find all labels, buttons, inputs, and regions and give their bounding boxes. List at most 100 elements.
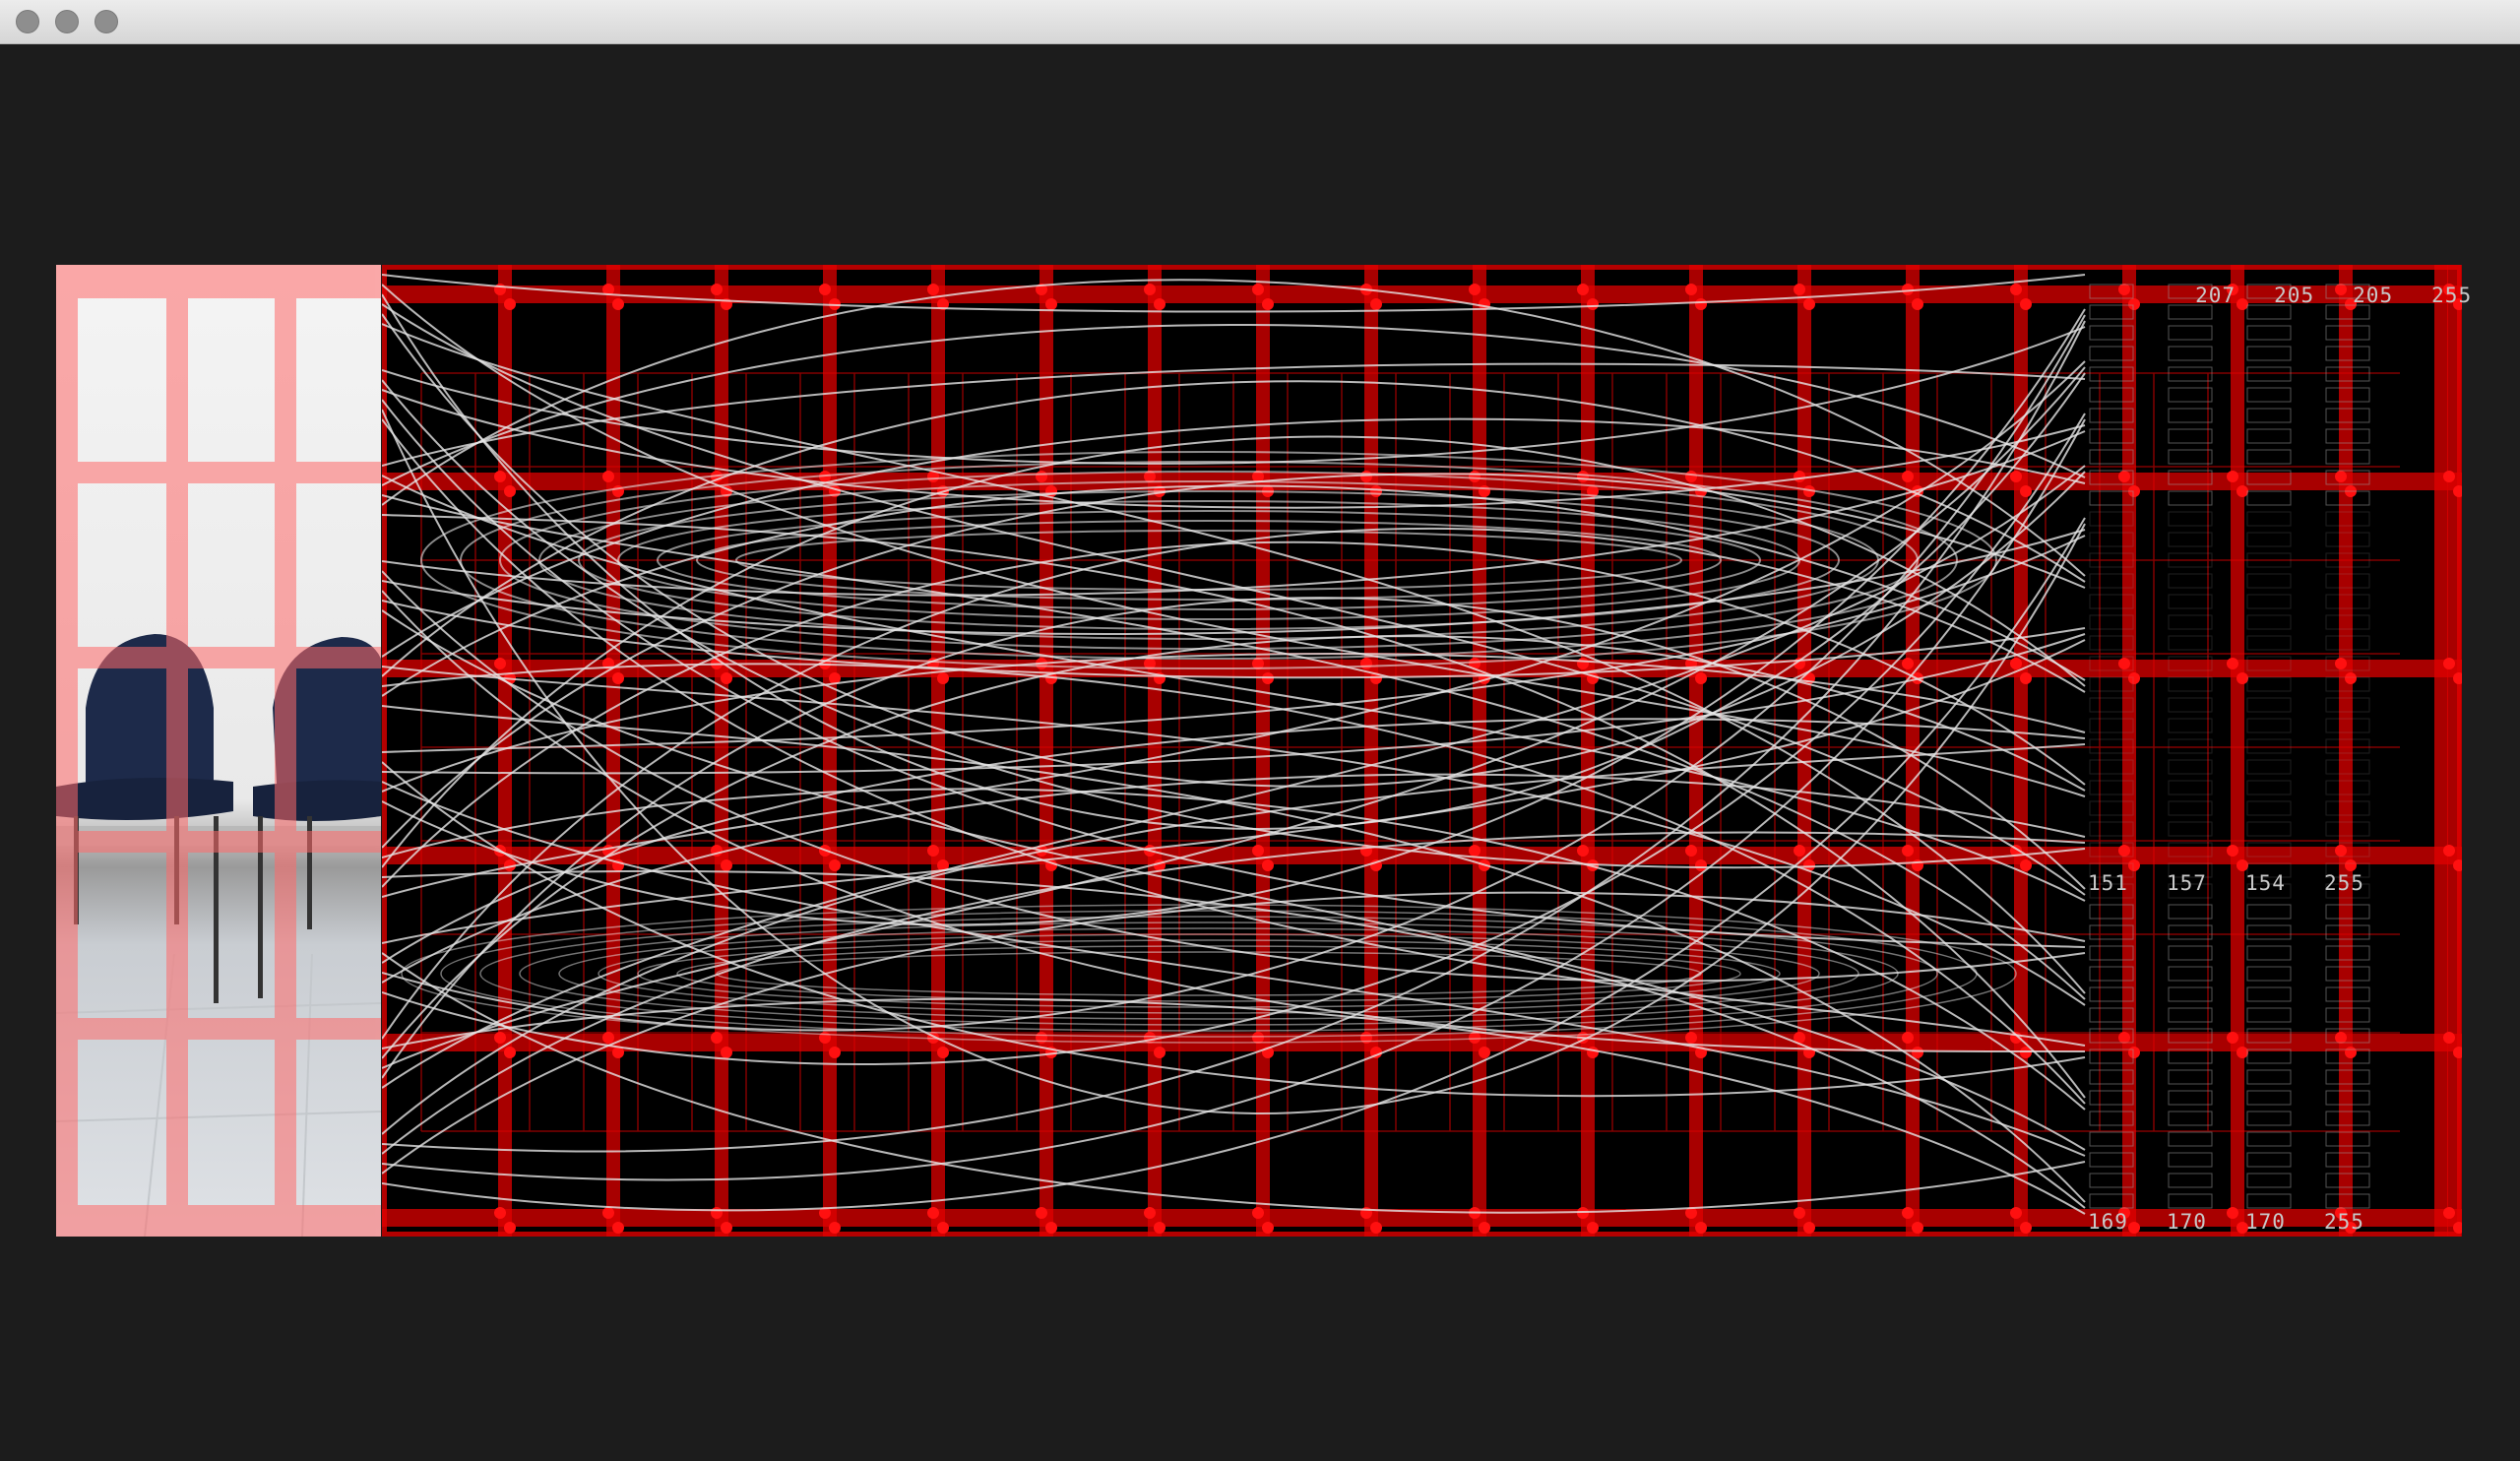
value-cell bbox=[2246, 1007, 2292, 1023]
grid-node bbox=[1144, 1207, 1156, 1219]
grid-node bbox=[1685, 471, 1697, 482]
grid-node bbox=[1045, 485, 1057, 497]
grid-node bbox=[2443, 471, 2455, 482]
grid-node bbox=[1360, 471, 1372, 482]
value-cell bbox=[2168, 614, 2213, 630]
grid-node bbox=[2345, 672, 2357, 684]
grid-node bbox=[2227, 845, 2238, 857]
grid-node bbox=[2128, 859, 2140, 871]
grid-node bbox=[2227, 1032, 2238, 1044]
value-cell bbox=[2246, 1069, 2292, 1085]
grid-column-bar bbox=[1689, 265, 1703, 1237]
value-cell bbox=[2246, 532, 2292, 547]
grid-node bbox=[1252, 284, 1264, 295]
grid-node bbox=[1144, 284, 1156, 295]
grid-node bbox=[819, 1032, 831, 1044]
grid-node bbox=[2335, 658, 2347, 669]
value-cell bbox=[2168, 1048, 2213, 1064]
grid-node bbox=[1685, 284, 1697, 295]
grid-node bbox=[927, 1207, 939, 1219]
grid-visualization: 207 205 205 255 151 157 154 255 169 170 … bbox=[377, 260, 2471, 1241]
close-button[interactable] bbox=[16, 10, 39, 33]
grid-node bbox=[1587, 298, 1599, 310]
grid-column-bar bbox=[1148, 265, 1162, 1237]
grid-node bbox=[2118, 471, 2130, 482]
grid-node bbox=[2236, 485, 2248, 497]
value-cell bbox=[2246, 945, 2292, 961]
grid-node bbox=[1587, 1047, 1599, 1058]
grid-node bbox=[721, 1222, 732, 1234]
grid-node bbox=[2010, 658, 2022, 669]
canvas-area: 207 205 205 255 151 157 154 255 169 170 … bbox=[0, 44, 2520, 1461]
grid-node bbox=[721, 672, 732, 684]
grid-node bbox=[1469, 284, 1480, 295]
grid-node bbox=[1902, 284, 1914, 295]
grid-node bbox=[829, 1222, 841, 1234]
value-cell bbox=[2168, 1069, 2213, 1085]
value-cell bbox=[2246, 1193, 2292, 1209]
grid-column-bar bbox=[823, 265, 837, 1237]
value-cell bbox=[2246, 759, 2292, 775]
grid-node bbox=[1370, 1222, 1382, 1234]
value-first-4: 255 bbox=[2431, 284, 2473, 307]
grid-node bbox=[612, 1222, 624, 1234]
grid-node bbox=[829, 859, 841, 871]
grid-node bbox=[1794, 845, 1805, 857]
value-cell bbox=[2168, 966, 2213, 982]
value-mid-4: 255 bbox=[2324, 871, 2364, 895]
grid-node bbox=[2020, 298, 2032, 310]
grid-node bbox=[1262, 1222, 1274, 1234]
grid-node bbox=[2020, 672, 2032, 684]
grid-node bbox=[1252, 1207, 1264, 1219]
value-cell bbox=[2168, 1173, 2213, 1188]
grid-node bbox=[2020, 485, 2032, 497]
grid-node bbox=[1036, 1207, 1047, 1219]
grid-node bbox=[1262, 298, 1274, 310]
value-cell bbox=[2168, 532, 2213, 547]
lens-curve bbox=[440, 910, 1978, 1038]
value-cell bbox=[2168, 718, 2213, 733]
zoom-button[interactable] bbox=[94, 10, 118, 33]
grid-node bbox=[1479, 1047, 1490, 1058]
grid-node bbox=[1036, 471, 1047, 482]
value-cell bbox=[2246, 1111, 2292, 1126]
grid-node bbox=[2128, 1222, 2140, 1234]
grid-node bbox=[1695, 672, 1707, 684]
grid-column-bar bbox=[2434, 265, 2448, 1237]
grid-node bbox=[2020, 859, 2032, 871]
value-cell bbox=[2246, 346, 2292, 361]
value-last-1: 169 bbox=[2088, 1210, 2128, 1234]
grid-node bbox=[1577, 471, 1589, 482]
grid-node bbox=[2118, 845, 2130, 857]
grid-node bbox=[711, 284, 723, 295]
grid-node bbox=[2345, 1047, 2357, 1058]
grid-node bbox=[819, 284, 831, 295]
value-cell bbox=[2168, 986, 2213, 1002]
grid-node bbox=[2443, 1207, 2455, 1219]
value-last-4: 255 bbox=[2324, 1210, 2364, 1234]
grid-node bbox=[2443, 1032, 2455, 1044]
value-cell bbox=[2168, 1152, 2213, 1168]
value-cell bbox=[2168, 635, 2213, 651]
grid-node bbox=[1045, 298, 1057, 310]
grid-node bbox=[1370, 485, 1382, 497]
grid-node bbox=[1902, 1032, 1914, 1044]
value-cell bbox=[2246, 924, 2292, 940]
value-cell bbox=[2246, 697, 2292, 713]
grid-node bbox=[1252, 845, 1264, 857]
grid-node bbox=[1695, 298, 1707, 310]
grid-node bbox=[1469, 845, 1480, 857]
title-bar[interactable] bbox=[0, 0, 2520, 44]
value-cell bbox=[2246, 821, 2292, 837]
value-mid-3: 154 bbox=[2245, 871, 2286, 895]
value-cell bbox=[2168, 511, 2213, 527]
grid-node bbox=[1154, 298, 1166, 310]
grid-node bbox=[2443, 658, 2455, 669]
minimize-button[interactable] bbox=[55, 10, 79, 33]
grid-node bbox=[1154, 1222, 1166, 1234]
grid-node bbox=[612, 672, 624, 684]
value-cell bbox=[2168, 800, 2213, 816]
grid-node bbox=[2128, 1047, 2140, 1058]
grid-column-bar bbox=[1473, 265, 1486, 1237]
value-cell bbox=[2168, 490, 2213, 506]
